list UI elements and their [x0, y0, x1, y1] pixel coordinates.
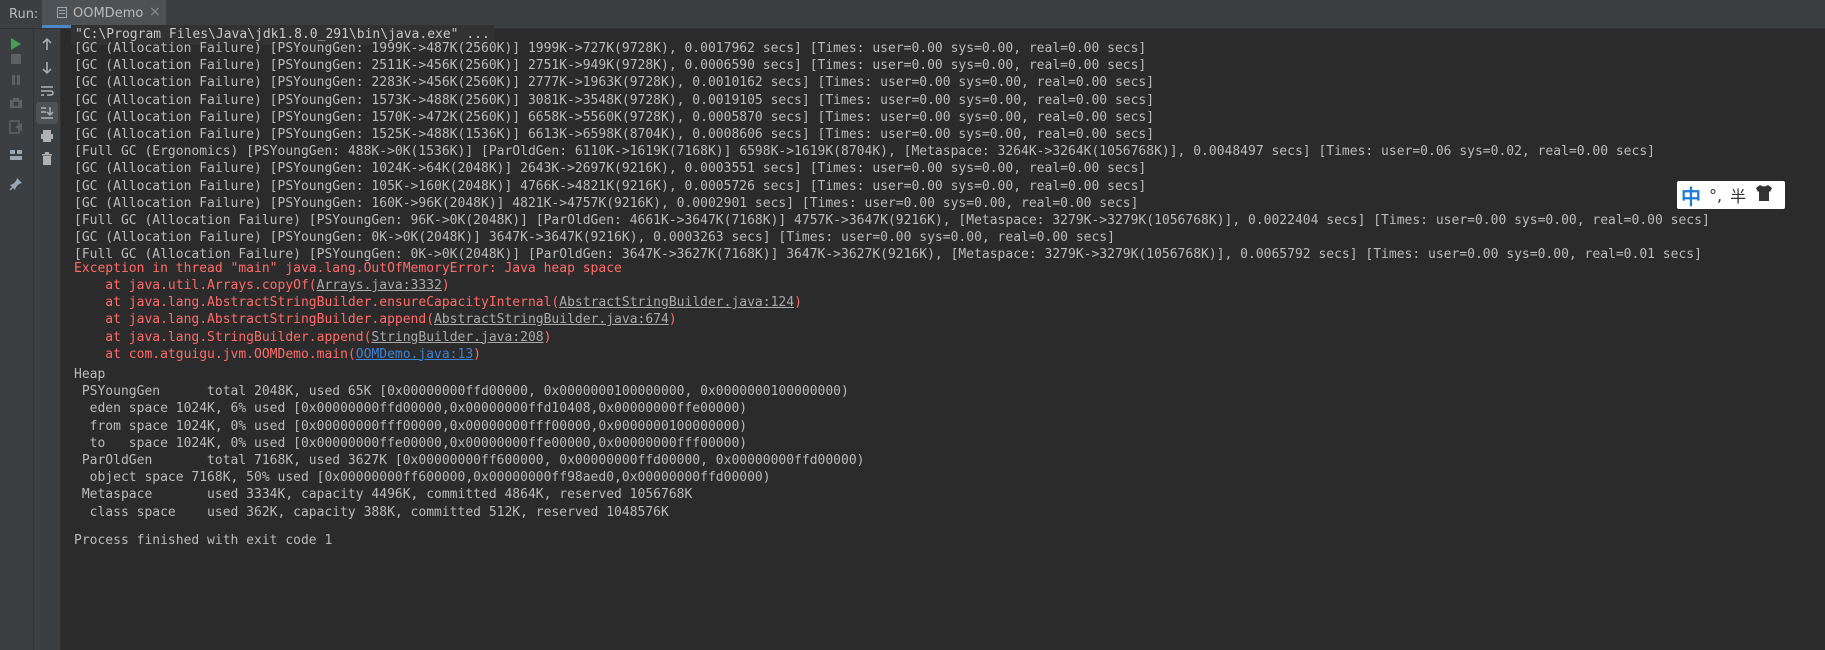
stack-frame-close: ) [473, 346, 481, 362]
trash-icon[interactable] [36, 148, 58, 170]
ime-status-bar[interactable]: 中 °, 半 [1677, 181, 1785, 209]
soft-wrap-icon[interactable] [36, 80, 58, 102]
run-config-icon [57, 7, 67, 18]
close-icon[interactable]: × [149, 4, 161, 20]
source-link[interactable]: OOMDemo.java:13 [356, 347, 473, 362]
source-link[interactable]: AbstractStringBuilder.java:674 [434, 312, 669, 327]
console-output[interactable]: "C:\Program Files\Java\jdk1.8.0_291\bin\… [62, 25, 1825, 650]
scroll-to-end-icon[interactable] [36, 102, 58, 124]
layout-icon[interactable] [5, 144, 27, 166]
source-link[interactable]: AbstractStringBuilder.java:124 [559, 295, 794, 310]
exit-icon[interactable] [5, 116, 27, 138]
stack-frame-text: at java.lang.AbstractStringBuilder.ensur… [74, 295, 560, 311]
source-link[interactable]: Arrays.java:3332 [317, 278, 442, 293]
stack-frame-text: at com.atguigu.jvm.OOMDemo.main( [74, 346, 356, 362]
source-link[interactable]: StringBuilder.java:208 [371, 330, 543, 345]
ime-language-indicator[interactable]: 中 [1681, 181, 1701, 210]
camera-icon[interactable] [5, 92, 27, 114]
tab-oomdemo[interactable]: OOMDemo × [42, 0, 166, 28]
stack-frame-close: ) [794, 295, 802, 311]
console-toolbar [34, 29, 61, 650]
tab-label: OOMDemo [73, 6, 144, 21]
stack-frame-close: ) [668, 312, 677, 328]
pin-icon[interactable] [5, 173, 27, 195]
ime-width-indicator[interactable]: 半 [1730, 183, 1746, 207]
stack-frame-text: at java.lang.AbstractStringBuilder.appen… [74, 312, 435, 328]
stack-frame-close: ) [441, 278, 450, 293]
stack-frame-close: ) [543, 329, 552, 345]
stack-frame-text: at java.util.Arrays.copyOf( [74, 278, 317, 293]
arrow-up-icon[interactable] [36, 33, 58, 55]
pause-icon[interactable] [5, 69, 27, 91]
run-label: Run: [9, 7, 39, 22]
exit-message: Process finished with exit code 1 [74, 533, 333, 548]
heap-line: class space used 362K, capacity 388K, co… [74, 504, 669, 520]
shirt-icon[interactable] [1754, 184, 1774, 206]
arrow-down-icon[interactable] [36, 57, 58, 79]
run-toolbar [0, 29, 34, 650]
ime-punctuation-indicator[interactable]: °, [1709, 186, 1722, 205]
stack-frame: at com.atguigu.jvm.OOMDemo.main(OOMDemo.… [74, 345, 481, 365]
stack-frame-text: at java.lang.StringBuilder.append( [74, 329, 372, 345]
stop-icon[interactable] [5, 48, 27, 70]
print-icon[interactable] [36, 125, 58, 147]
